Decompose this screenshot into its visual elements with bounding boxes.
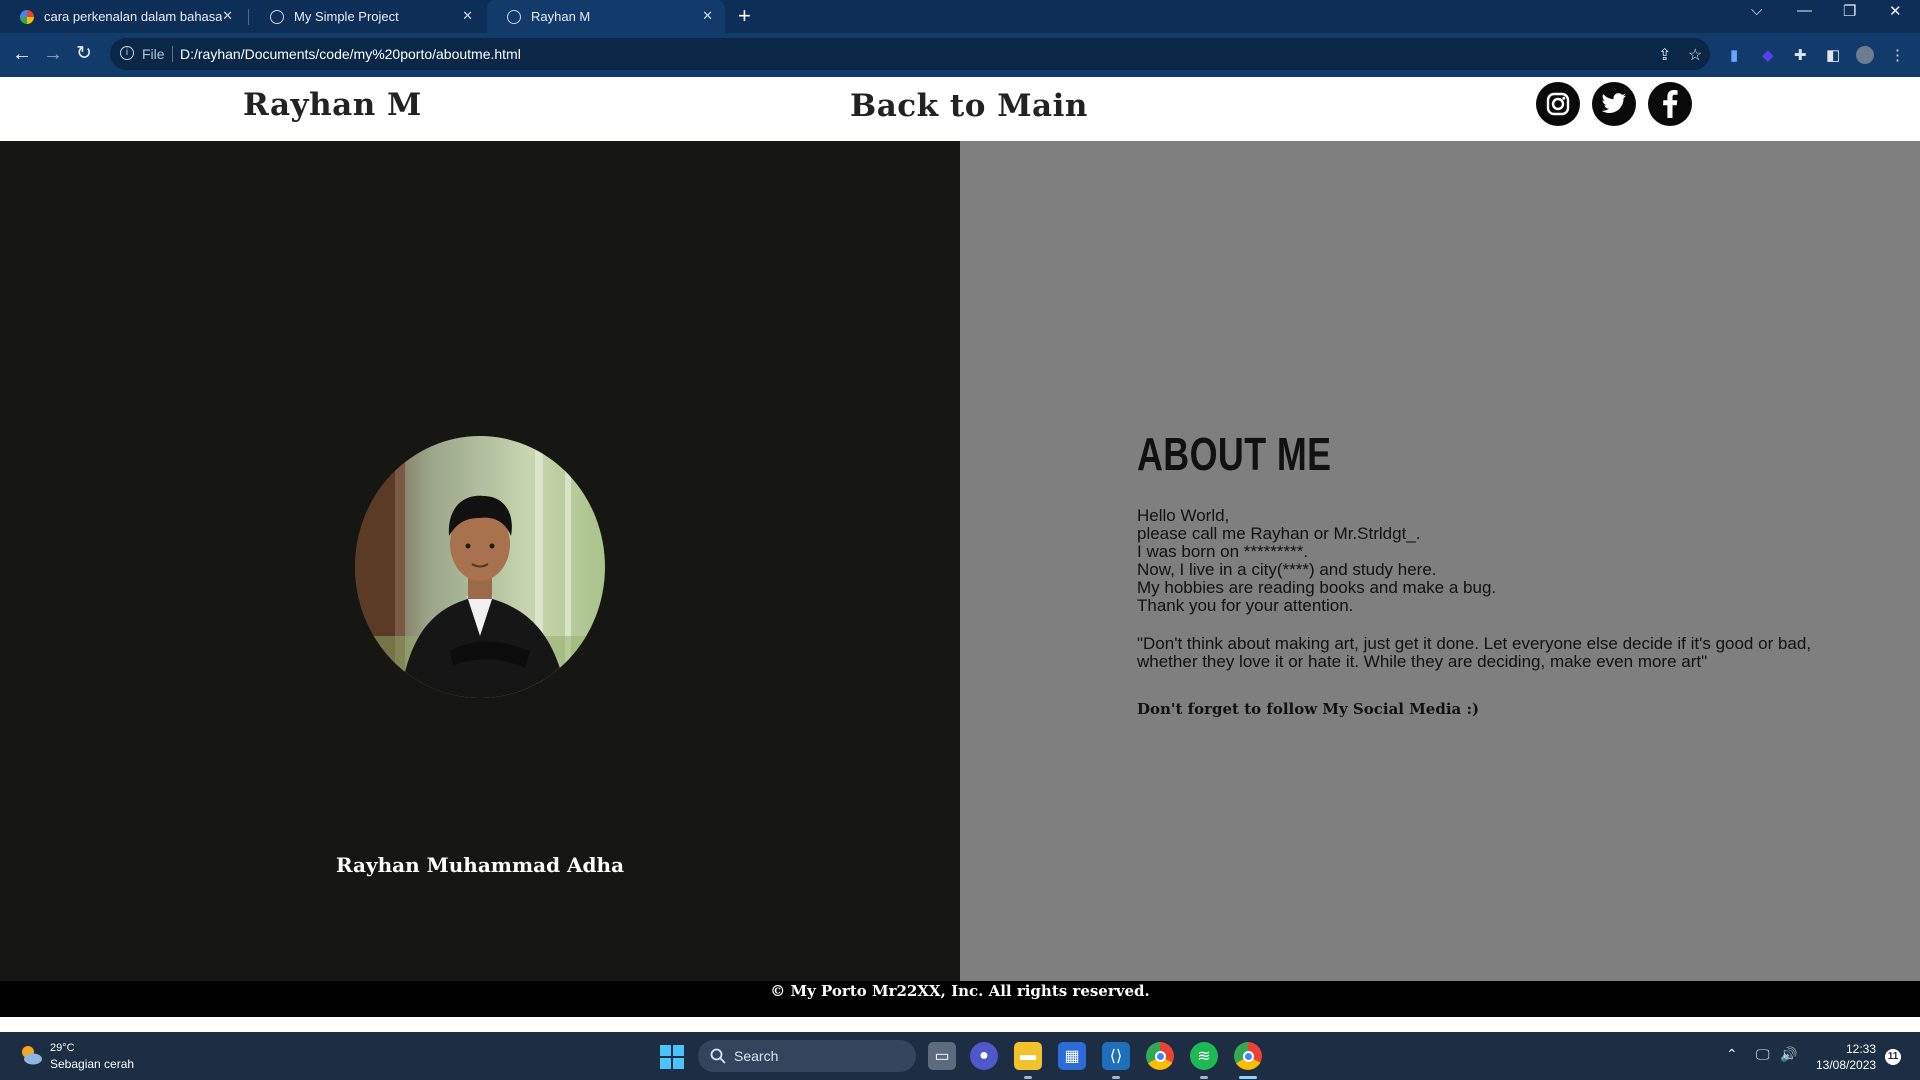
about-heading: ABOUT ME — [1137, 428, 1332, 480]
tab-divider — [248, 9, 249, 25]
spotify-icon[interactable]: ≋ — [1190, 1042, 1218, 1070]
about-line: Now, I live in a city(****) and study he… — [1137, 560, 1437, 579]
taskbar-search-box[interactable]: Search — [698, 1040, 916, 1072]
clock-date[interactable]: 13/08/2023 — [1816, 1058, 1876, 1072]
tab-my-simple-project[interactable]: My Simple Project ✕ — [250, 0, 485, 33]
microsoft-store-icon[interactable]: ▦ — [1058, 1042, 1086, 1070]
restore-button[interactable]: ❐ — [1843, 2, 1856, 20]
search-placeholder: Search — [734, 1048, 779, 1064]
about-line: My hobbies are reading books and make a … — [1137, 578, 1497, 597]
back-to-main-link[interactable]: Back to Main — [850, 88, 1088, 124]
extension-document-icon[interactable]: ▮ — [1730, 46, 1746, 64]
tab-rayhan-m[interactable]: Rayhan M ✕ — [487, 0, 725, 33]
chrome-icon[interactable] — [1146, 1042, 1174, 1070]
close-tab-icon[interactable]: ✕ — [222, 8, 233, 24]
about-quote: "Don't think about making art, just get … — [1137, 634, 1812, 671]
forward-icon[interactable]: → — [43, 43, 63, 65]
follow-social-text: Don't forget to follow My Social Media :… — [1137, 700, 1480, 718]
globe-icon — [507, 9, 521, 24]
twitter-icon[interactable] — [1592, 82, 1636, 126]
bookmark-star-icon[interactable]: ☆ — [1688, 45, 1702, 65]
profile-photo — [355, 436, 605, 698]
url-text[interactable]: D:/rayhan/Documents/code/my%20porto/abou… — [180, 46, 521, 62]
weather-description[interactable]: Sebagian cerah — [50, 1057, 134, 1071]
close-tab-icon[interactable]: ✕ — [462, 8, 473, 24]
clock-time[interactable]: 12:33 — [1846, 1042, 1876, 1056]
menu-kebab-icon[interactable]: ⋮ — [1890, 46, 1906, 64]
google-icon — [20, 9, 34, 24]
about-line: Hello World, — [1137, 506, 1230, 525]
facebook-icon[interactable] — [1648, 82, 1692, 126]
running-indicator — [1200, 1076, 1208, 1079]
search-icon — [710, 1048, 726, 1069]
windows-start-icon[interactable] — [660, 1045, 684, 1069]
share-icon[interactable]: ⇪ — [1658, 45, 1671, 65]
tab-title: My Simple Project — [294, 9, 399, 24]
extensions-puzzle-icon[interactable]: ✚ — [1794, 46, 1810, 64]
omnibox-divider — [172, 46, 173, 62]
show-hidden-icons-icon[interactable]: ⌃ — [1726, 1046, 1738, 1063]
side-panel-icon[interactable]: ◧ — [1826, 46, 1842, 64]
about-panel: ABOUT ME Hello World, please call me Ray… — [960, 141, 1920, 981]
about-line: Thank you for your attention. — [1137, 596, 1354, 615]
volume-icon[interactable]: 🔊 — [1780, 1046, 1797, 1063]
site-info-icon[interactable]: i — [120, 46, 134, 60]
weather-partly-cloudy-icon[interactable] — [18, 1042, 44, 1068]
reload-icon[interactable]: ↻ — [76, 43, 92, 65]
file-explorer-icon[interactable]: ▬ — [1014, 1042, 1042, 1070]
instagram-icon[interactable] — [1536, 82, 1580, 126]
profile-avatar-icon[interactable] — [1856, 46, 1874, 64]
profile-panel: Rayhan Muhammad Adha — [0, 141, 960, 981]
globe-icon — [270, 9, 284, 24]
about-text: Hello World, please call me Rayhan or Mr… — [1137, 507, 1496, 615]
scheme-label: File — [142, 46, 165, 62]
weather-temperature[interactable]: 29°C — [50, 1042, 75, 1054]
page-bottom-strip — [0, 1017, 1920, 1032]
tab-title: Rayhan M — [531, 9, 591, 24]
task-view-icon[interactable]: ▭ — [928, 1042, 956, 1070]
browser-toolbar: ← → ↻ i File D:/rayhan/Documents/code/my… — [0, 33, 1920, 77]
teams-chat-icon[interactable]: ● — [970, 1042, 998, 1070]
back-icon[interactable]: ← — [12, 43, 32, 65]
about-line: I was born on *********. — [1137, 542, 1309, 561]
close-tab-icon[interactable]: ✕ — [702, 8, 713, 24]
chrome-profile-icon[interactable] — [1234, 1042, 1262, 1070]
vscode-icon[interactable]: ⟨⟩ — [1102, 1042, 1130, 1070]
profile-full-name: Rayhan Muhammad Adha — [335, 853, 625, 877]
close-window-button[interactable]: ✕ — [1889, 2, 1902, 20]
running-indicator — [1112, 1076, 1120, 1079]
tab-search-icon[interactable]: ⌵ — [1751, 2, 1762, 19]
minimize-button[interactable]: — — [1797, 2, 1812, 19]
browser-tabstrip: cara perkenalan dalam bahasa ing ✕ My Si… — [0, 0, 1920, 33]
footer-copyright: © My Porto Mr22XX, Inc. All rights reser… — [770, 982, 1150, 1000]
running-indicator — [1024, 1076, 1032, 1079]
about-line: please call me Rayhan or Mr.Strldgt_. — [1137, 524, 1421, 543]
extension-cube-icon[interactable]: ◆ — [1762, 46, 1778, 64]
tab-title: cara perkenalan dalam bahasa ing — [44, 9, 222, 24]
new-tab-button[interactable]: + — [738, 4, 751, 28]
active-app-indicator — [1239, 1076, 1257, 1079]
site-brand[interactable]: Rayhan M — [243, 87, 422, 123]
site-footer: © My Porto Mr22XX, Inc. All rights reser… — [0, 981, 1920, 1017]
notification-badge[interactable]: 11 — [1885, 1049, 1901, 1065]
site-header: Rayhan M Back to Main — [0, 77, 1920, 141]
windows-taskbar: 29°C Sebagian cerah Search ▭ ● ▬ ▦ ⟨⟩ ≋ … — [0, 1032, 1920, 1080]
address-bar[interactable]: i File D:/rayhan/Documents/code/my%20por… — [110, 38, 1710, 70]
network-icon[interactable]: 🖵 — [1756, 1046, 1770, 1063]
tab-google-search[interactable]: cara perkenalan dalam bahasa ing ✕ — [0, 0, 245, 33]
